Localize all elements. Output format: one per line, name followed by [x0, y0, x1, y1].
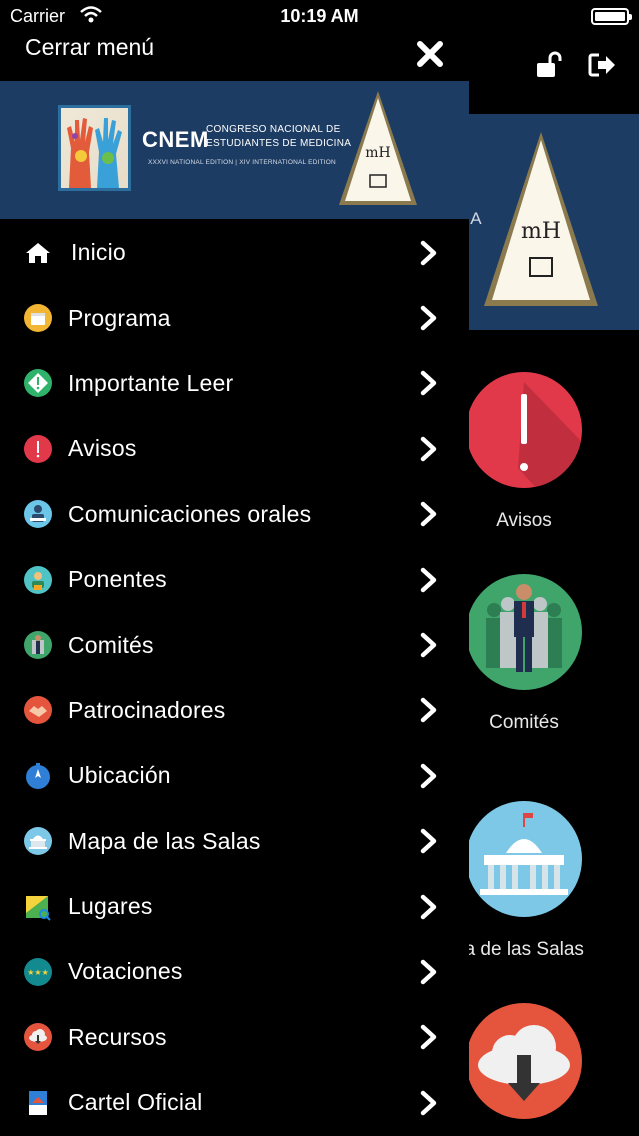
- chevron-right-icon: [420, 305, 437, 331]
- menu-label: Votaciones: [68, 958, 183, 985]
- battery-icon: [591, 8, 632, 25]
- home-icon: [24, 239, 52, 267]
- chevron-right-icon: [420, 698, 437, 723]
- menu-item-cartel-oficial[interactable]: Cartel Oficial: [0, 1070, 469, 1135]
- background-toolbar: [535, 50, 617, 80]
- compass-icon: [24, 762, 52, 790]
- menu-item-votaciones[interactable]: ★★★ Votaciones: [0, 939, 469, 1004]
- chevron-right-icon: [420, 828, 437, 854]
- unlock-icon[interactable]: [535, 50, 565, 80]
- tile-avisos[interactable]: Avisos: [466, 372, 582, 532]
- chevron-right-icon: [420, 436, 437, 462]
- menu-label: Comités: [68, 631, 154, 658]
- handshake-icon: [24, 696, 52, 725]
- tile-mapa-salas[interactable]: pa de las Salas: [454, 801, 584, 961]
- tile-recursos[interactable]: [466, 1003, 582, 1119]
- chevron-right-icon: [420, 240, 437, 265]
- exclamation-icon: [24, 434, 52, 463]
- menu-label: Lugares: [68, 893, 153, 920]
- menu-item-ubicacion[interactable]: Ubicación: [0, 743, 469, 808]
- menu-label: Avisos: [68, 435, 137, 462]
- chevron-right-icon: [420, 632, 437, 658]
- presenter-icon: [24, 500, 52, 529]
- chevron-right-icon: [420, 567, 437, 592]
- poster-icon: [24, 1089, 52, 1117]
- menu-item-ponentes[interactable]: Ponentes: [0, 547, 469, 612]
- stars-icon: ★★★: [24, 957, 52, 986]
- close-menu-label[interactable]: Cerrar menú: [25, 34, 154, 61]
- committee-icon: [24, 631, 52, 660]
- speaker-icon: [24, 565, 52, 594]
- status-time: 10:19 AM: [280, 6, 359, 26]
- exclamation-icon: [466, 372, 582, 488]
- logout-icon[interactable]: [587, 50, 617, 80]
- menu-label: Ubicación: [68, 762, 171, 789]
- svg-text:mH: mH: [365, 145, 390, 161]
- university-logo-triangle: mH: [339, 91, 417, 205]
- cloud-download-icon: [466, 1003, 582, 1119]
- chevron-right-icon: [420, 1025, 437, 1050]
- map-icon: [24, 893, 52, 921]
- building-icon: [24, 827, 52, 856]
- cloud-download-icon: [24, 1023, 52, 1052]
- drawer-header: Cerrar menú: [0, 28, 469, 80]
- menu-label: Importante Leer: [68, 369, 234, 396]
- menu-label: Patrocinadores: [68, 696, 226, 723]
- side-drawer-menu: Cerrar menú CNEM CONGRESO NACIONAL DE ES…: [0, 0, 469, 1136]
- menu-item-comites[interactable]: Comités: [0, 612, 469, 677]
- drawer-menu-list: Inicio Programa Importante Leer Avisos C…: [0, 220, 469, 1135]
- menu-item-lugares[interactable]: Lugares: [0, 874, 469, 939]
- menu-item-inicio[interactable]: Inicio: [0, 220, 469, 285]
- committee-icon: [466, 574, 582, 690]
- calendar-icon: [24, 304, 52, 333]
- close-icon[interactable]: [414, 38, 446, 70]
- menu-item-programa[interactable]: Programa: [0, 285, 469, 350]
- menu-item-recursos[interactable]: Recursos: [0, 1005, 469, 1070]
- menu-label: Mapa de las Salas: [68, 827, 261, 854]
- menu-label: Recursos: [68, 1023, 167, 1050]
- chevron-right-icon: [420, 371, 437, 396]
- svg-text:mH: mH: [521, 219, 561, 244]
- menu-label: Programa: [68, 304, 171, 331]
- warning-diamond-icon: [24, 369, 52, 398]
- cnem-acronym: CNEM: [142, 127, 209, 152]
- banner-title-line1: CONGRESO NACIONAL DE: [206, 124, 341, 135]
- status-bar: Carrier 10:19 AM: [0, 0, 639, 32]
- banner-edition: XXXVI NATIONAL EDITION | XIV INTERNATION…: [148, 159, 336, 166]
- menu-label: Ponentes: [68, 566, 167, 593]
- svg-text:★★★: ★★★: [27, 968, 49, 977]
- congress-banner: CNEM CONGRESO NACIONAL DE ESTUDIANTES DE…: [0, 81, 469, 219]
- painted-hands-image: [58, 105, 131, 191]
- tile-comites[interactable]: Comités: [466, 574, 582, 734]
- menu-label: Comunicaciones orales: [68, 500, 312, 527]
- menu-item-mapa-salas[interactable]: Mapa de las Salas: [0, 809, 469, 874]
- menu-item-comunicaciones-orales[interactable]: Comunicaciones orales: [0, 482, 469, 547]
- chevron-right-icon: [420, 763, 437, 789]
- menu-item-importante-leer[interactable]: Importante Leer: [0, 351, 469, 416]
- chevron-right-icon: [420, 894, 437, 919]
- menu-label: Cartel Oficial: [68, 1089, 203, 1116]
- chevron-right-icon: [420, 1090, 437, 1116]
- chevron-right-icon: [420, 502, 437, 527]
- university-logo-triangle: mH: [484, 132, 598, 306]
- menu-item-avisos[interactable]: Avisos: [0, 416, 469, 481]
- banner-title-line2: ESTUDIANTES DE MEDICINA: [206, 138, 352, 149]
- menu-item-patrocinadores[interactable]: Patrocinadores: [0, 678, 469, 743]
- chevron-right-icon: [420, 959, 437, 985]
- building-icon: [466, 801, 582, 917]
- menu-label: Inicio: [71, 239, 126, 266]
